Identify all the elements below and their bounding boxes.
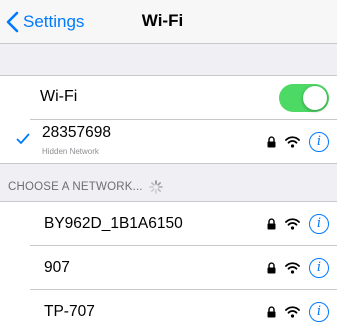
network-name: BY962D_1B1A6150 (44, 215, 183, 232)
info-icon[interactable]: i (309, 132, 329, 152)
network-row[interactable]: 907 i (0, 246, 337, 290)
navigation-bar: Settings Wi-Fi (0, 0, 337, 44)
network-row[interactable]: BY962D_1B1A6150 i (0, 202, 337, 246)
spinner-icon (148, 180, 163, 194)
wifi-toggle-row: Wi-Fi (0, 76, 337, 120)
wifi-icon (285, 262, 300, 274)
wifi-toggle-label: Wi-Fi (40, 88, 78, 105)
wifi-toggle-switch[interactable] (279, 84, 329, 112)
lock-icon (267, 262, 276, 274)
section-header-label: CHOOSE A NETWORK... (8, 181, 143, 193)
lock-icon (267, 218, 276, 230)
wifi-icon (285, 136, 300, 148)
connected-network-sublabel: Hidden Network (42, 147, 99, 156)
page-title: Wi-Fi (141, 11, 184, 30)
checkmark-icon (16, 133, 30, 144)
wifi-icon (285, 218, 300, 230)
connected-network-name: 28357698 (42, 124, 111, 141)
connected-network-row[interactable]: 28357698 Hidden Network i (0, 120, 337, 164)
top-spacer (0, 44, 337, 75)
lock-icon (267, 136, 276, 148)
wifi-icon (285, 306, 300, 318)
info-icon[interactable]: i (309, 302, 329, 322)
info-icon[interactable]: i (309, 258, 329, 278)
info-icon[interactable]: i (309, 214, 329, 234)
network-name: TP-707 (44, 303, 95, 320)
choose-network-header: CHOOSE A NETWORK... (8, 180, 163, 194)
network-row[interactable]: TP-707 i (0, 290, 337, 326)
toggle-knob (303, 86, 327, 110)
network-name: 907 (44, 259, 70, 276)
lock-icon (267, 306, 276, 318)
